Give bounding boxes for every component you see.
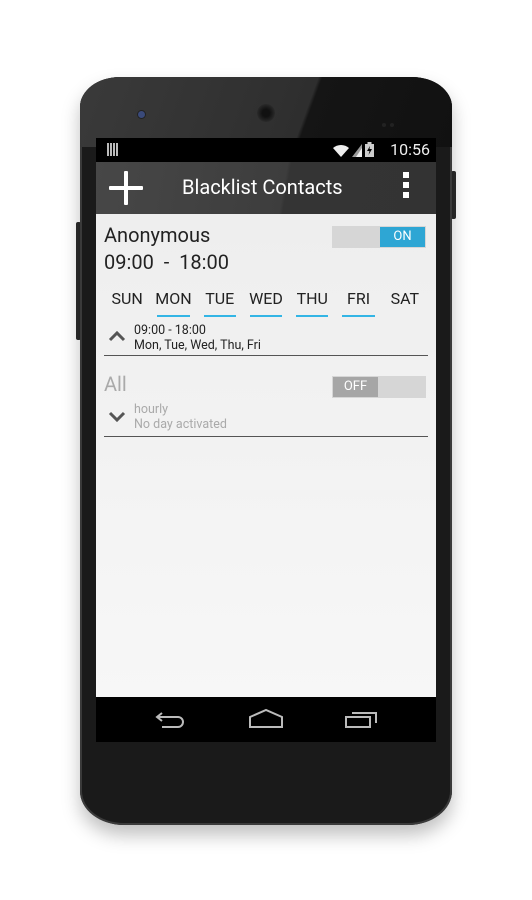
toggle-state: OFF [333,377,378,397]
battery-charging-icon [365,142,374,157]
status-bar: 10:56 [96,138,436,162]
rule-item[interactable]: All OFF hourly No day activated [104,364,428,439]
chevron-down-icon[interactable] [108,410,126,422]
rule-hours: 09:00 - 18:00 [104,250,229,274]
day-thu[interactable]: THU [289,289,335,317]
front-camera [138,111,145,118]
screen: 10:56 Blacklist Contacts Anonymous ON 09… [96,138,436,742]
wifi-icon [332,144,349,157]
rule-summary-days: Mon, Tue, Wed, Thu, Fri [134,338,261,353]
overflow-menu-button[interactable] [401,172,411,204]
rule-item[interactable]: Anonymous ON 09:00 - 18:00 SUN MON TUE W… [104,214,428,356]
home-icon[interactable] [248,708,284,730]
recent-apps-icon[interactable] [344,708,378,730]
earpiece-speaker [257,104,275,122]
day-fri[interactable]: FRI [335,289,381,317]
day-sat[interactable]: SAT [382,289,428,317]
add-rule-button[interactable] [108,170,144,206]
day-tue[interactable]: TUE [197,289,243,317]
divider [104,436,428,437]
back-icon[interactable] [154,708,188,730]
day-wed[interactable]: WED [243,289,289,317]
rule-summary-days: No day activated [134,417,227,432]
day-sun[interactable]: SUN [104,289,150,317]
chevron-up-icon[interactable] [108,330,126,342]
action-bar: Blacklist Contacts [96,162,436,214]
toggle-state: ON [380,227,425,247]
rule-name: All [104,372,127,396]
day-mon[interactable]: MON [150,289,196,317]
signal-icon [351,144,362,157]
rule-summary-time: 09:00 - 18:00 [134,323,206,338]
rule-name: Anonymous [104,223,211,247]
notification-icon [107,143,118,156]
proximity-sensors [382,112,402,127]
rule-toggle[interactable]: ON [332,226,426,248]
divider [104,355,428,356]
rules-list: Anonymous ON 09:00 - 18:00 SUN MON TUE W… [96,214,436,697]
overflow-menu-icon [403,172,409,178]
rule-toggle[interactable]: OFF [332,376,426,398]
rule-summary-time: hourly [134,402,169,417]
day-selector: SUN MON TUE WED THU FRI SAT [104,289,428,317]
clock: 10:56 [390,140,430,159]
navigation-bar [96,697,436,742]
app-title: Blacklist Contacts [182,175,343,199]
